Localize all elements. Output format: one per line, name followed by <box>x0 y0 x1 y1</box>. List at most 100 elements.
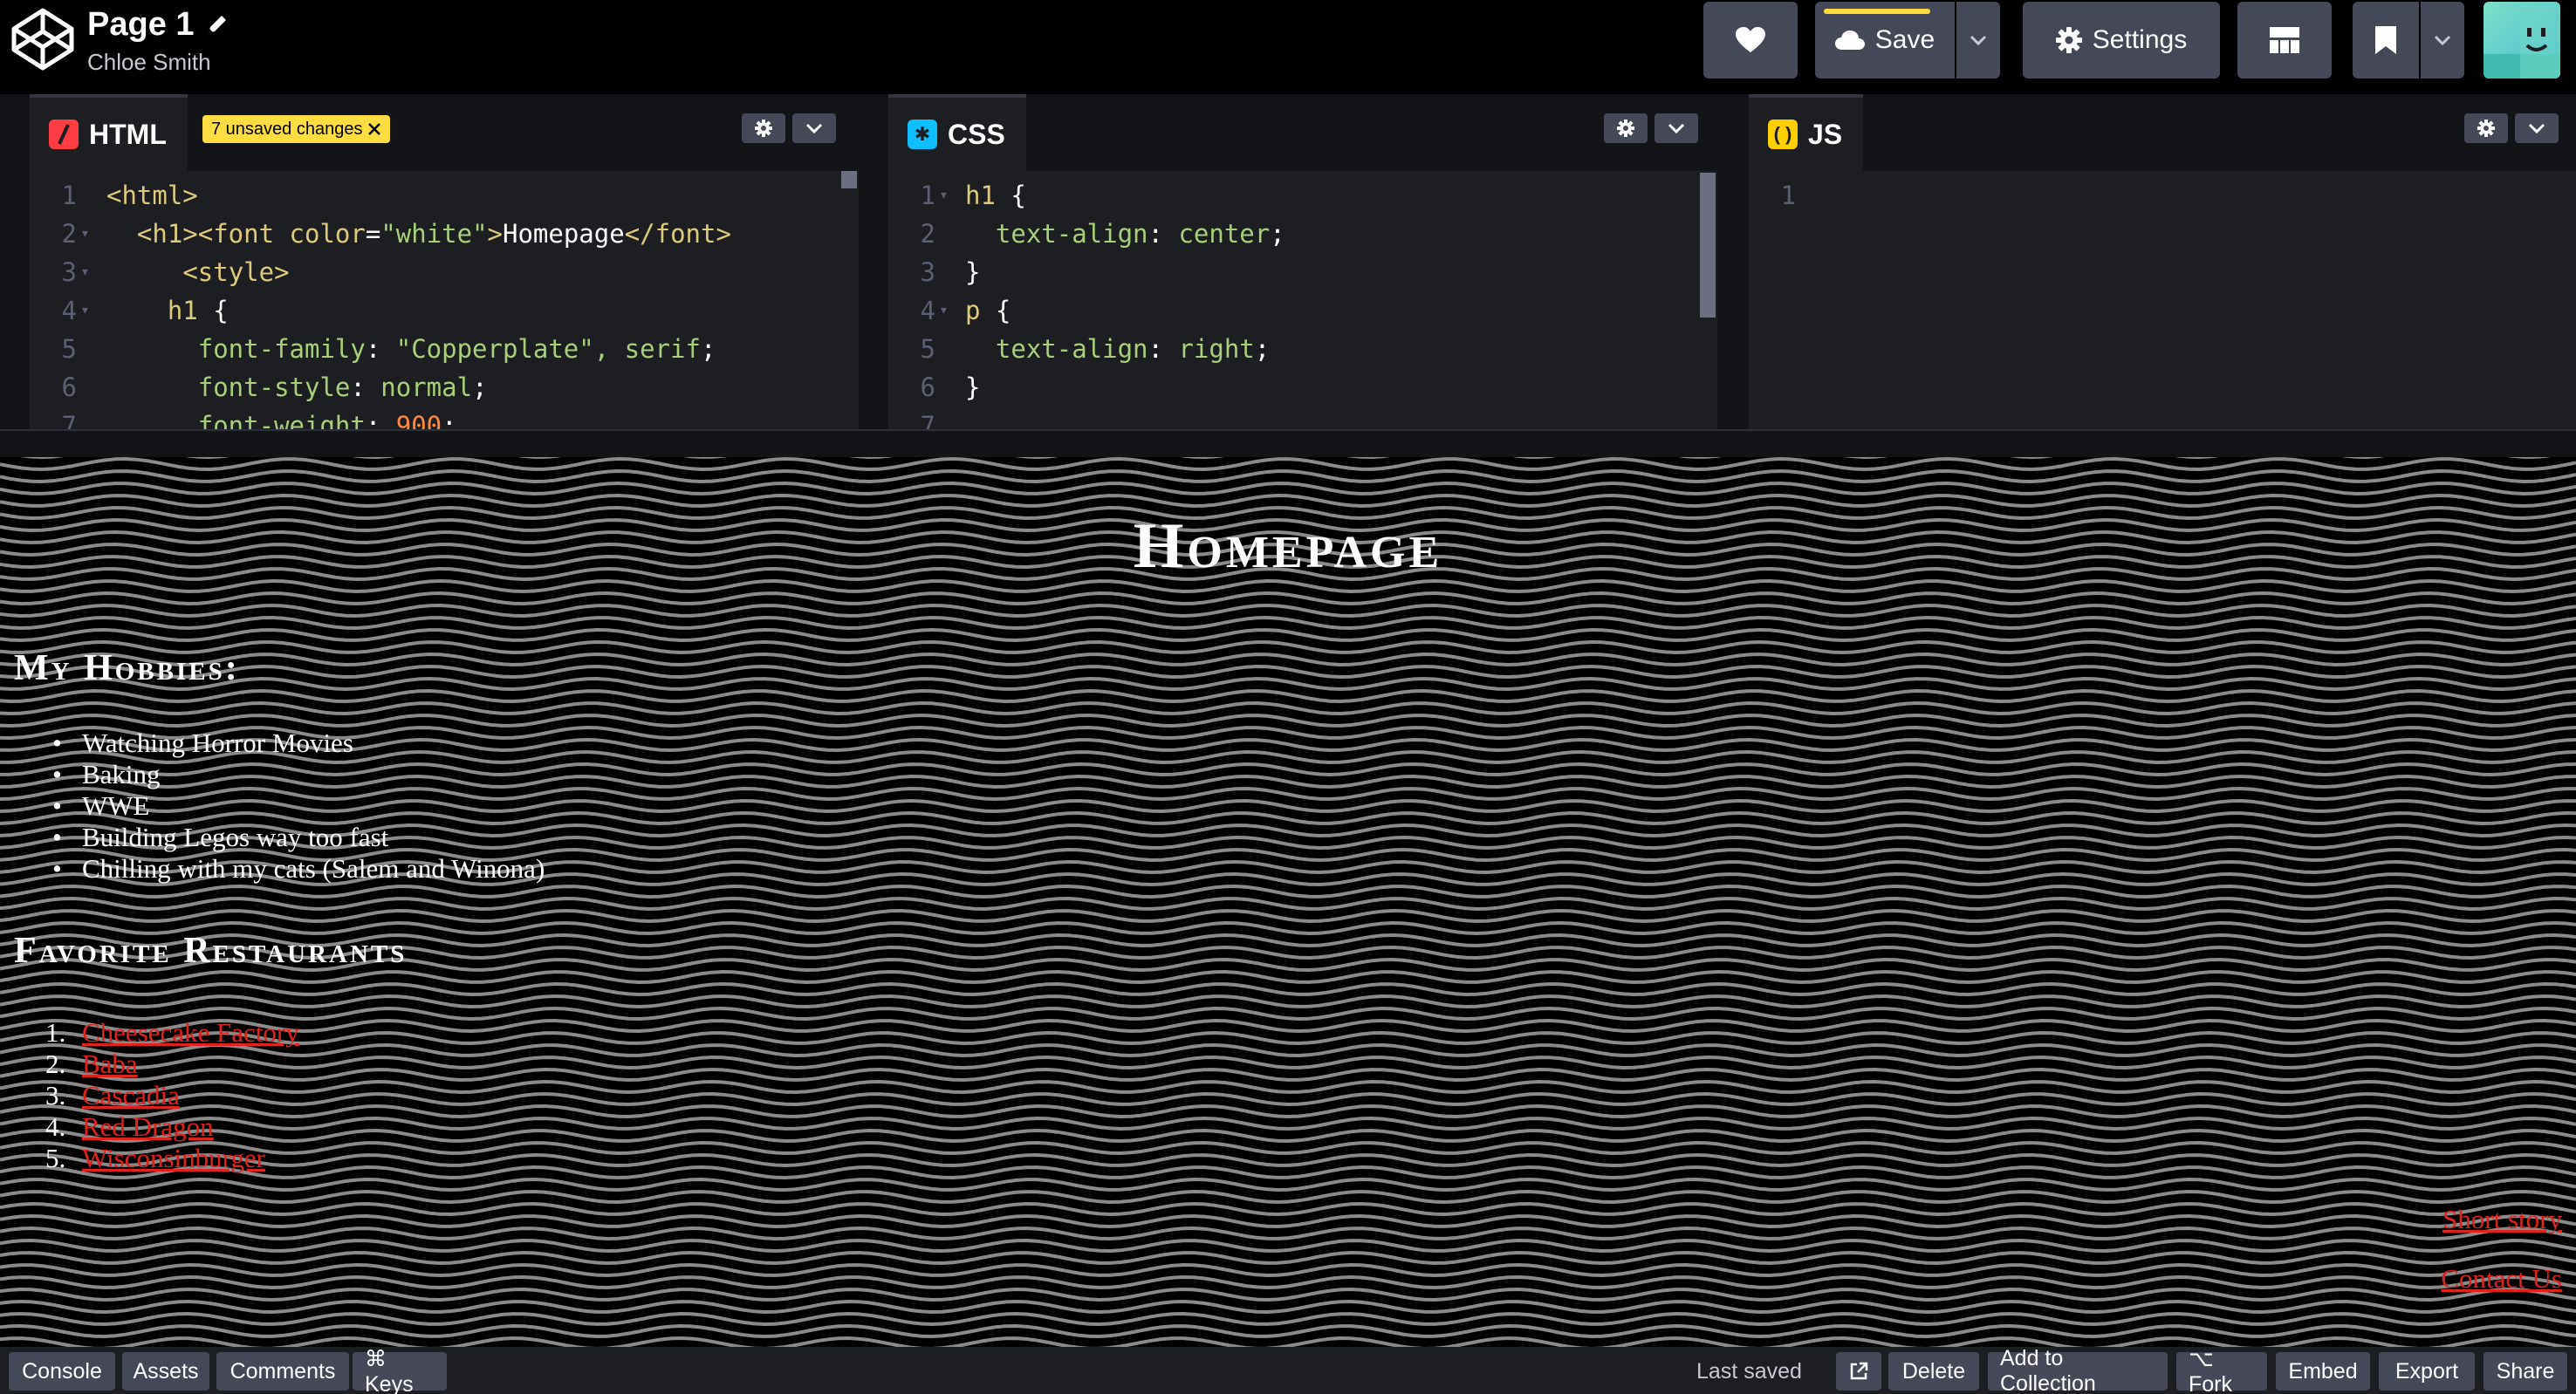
console-button[interactable]: Console <box>9 1352 115 1391</box>
save-button[interactable]: Save <box>1815 2 1955 79</box>
export-button[interactable]: Export <box>2379 1352 2475 1391</box>
list-item: 1. Cheesecake Factory <box>45 1017 299 1048</box>
js-editor-tab[interactable]: ( ) JS <box>1749 94 1864 171</box>
unsaved-changes-badge[interactable]: 7 unsaved changes <box>202 115 391 143</box>
code-line: 4 ▾ p { <box>920 296 1011 325</box>
add-to-collection-button[interactable]: Add to Collection <box>1988 1346 2168 1394</box>
chevron-down-icon <box>1970 35 1987 45</box>
code-line: 1 ▾ h1 { <box>920 181 1026 210</box>
js-editor-label: JS <box>1808 118 1843 150</box>
code-line: 5 font-family: "Copperplate", serif; <box>61 334 716 364</box>
html-slash-icon <box>49 120 79 149</box>
save-label: Save <box>1874 25 1935 54</box>
chevron-down-icon <box>2434 35 2451 45</box>
css-editor-collapse-button[interactable] <box>1655 113 1698 143</box>
pen-title[interactable]: Page 1 <box>87 2 230 47</box>
top-bar: Page 1 Chloe Smith Save Settings <box>0 0 2576 94</box>
code-line: 1 <box>1780 181 1796 210</box>
chevron-down-icon <box>1668 123 1685 133</box>
settings-button[interactable]: Settings <box>2023 2 2220 79</box>
editor-resizer[interactable] <box>0 94 30 429</box>
share-button[interactable]: Share <box>2484 1352 2567 1391</box>
pen-title-block: Page 1 Chloe Smith <box>87 2 230 76</box>
hobbies-heading: My Hobbies: <box>14 648 240 688</box>
html-editor-scrollbar[interactable] <box>841 171 857 188</box>
embed-button[interactable]: Embed <box>2276 1352 2370 1391</box>
pencil-icon[interactable] <box>205 12 230 37</box>
restaurant-link[interactable]: Cheesecake Factory <box>82 1017 299 1048</box>
open-external-button[interactable] <box>1836 1352 1881 1391</box>
footer-bar: Console Assets Comments ⌘ Keys Last save… <box>0 1346 2576 1394</box>
css-editor-header: ✱ CSS <box>888 94 1717 171</box>
editor-resizer[interactable] <box>859 94 888 429</box>
chevron-down-icon <box>2528 123 2545 133</box>
gear-icon <box>755 120 772 137</box>
change-view-button[interactable] <box>2237 2 2332 79</box>
preview-resizer[interactable] <box>0 429 2576 457</box>
restaurant-link[interactable]: Red Dragon <box>82 1111 214 1142</box>
js-editor-settings-button[interactable] <box>2464 113 2508 143</box>
preview-content: Homepage My Hobbies: Watching Horror Mov… <box>0 457 2576 1347</box>
gear-icon <box>2055 27 2082 53</box>
css-editor-settings-button[interactable] <box>1604 113 1648 143</box>
code-line: 2 ▾ <h1><font color = "white" > Homepage </fon… <box>61 219 731 249</box>
unsaved-changes-text: 7 unsaved changes <box>211 119 363 139</box>
user-avatar[interactable] <box>2484 2 2560 79</box>
contact-us-link[interactable]: Contact Us <box>2441 1263 2562 1295</box>
js-braces-icon: ( ) <box>1768 120 1798 149</box>
editor-area: HTML 7 unsaved changes 1 <html> 2 ▾ <h1>… <box>0 94 2576 429</box>
fork-button[interactable]: ⌥ Fork <box>2176 1347 2267 1394</box>
delete-button[interactable]: Delete <box>1888 1352 1979 1391</box>
pen-title-text: Page 1 <box>87 5 195 43</box>
assets-button[interactable]: Assets <box>122 1352 209 1391</box>
codepen-logo-icon[interactable] <box>10 7 75 72</box>
save-dropdown-button[interactable] <box>1956 2 2000 79</box>
restaurants-list: 1. Cheesecake Factory 2. Baba 3. Cascadia 4… <box>45 1017 299 1174</box>
js-editor-collapse-button[interactable] <box>2515 113 2559 143</box>
html-editor-tab[interactable]: HTML <box>30 94 188 171</box>
html-code-area[interactable]: 1 <html> 2 ▾ <h1><font color = "white" > Homep… <box>30 171 859 429</box>
comments-button[interactable]: Comments <box>216 1352 349 1391</box>
keys-button[interactable]: ⌘ Keys <box>353 1347 447 1394</box>
restaurant-link[interactable]: Cascadia <box>82 1080 180 1110</box>
code-line: 3} <box>920 257 981 287</box>
preview-heading: Homepage <box>1133 510 1443 582</box>
css-editor-scrollbar[interactable] <box>1700 173 1716 318</box>
gear-icon <box>2477 120 2495 137</box>
css-editor-label: CSS <box>948 118 1005 150</box>
code-line: 7 <box>920 411 935 429</box>
js-editor-header: ( ) JS <box>1749 94 2576 171</box>
code-line: 5 text-align: right; <box>920 334 1271 364</box>
heart-button[interactable] <box>1703 2 1798 79</box>
restaurant-link[interactable]: Wisconsinburger <box>82 1143 265 1173</box>
css-editor-tab[interactable]: ✱ CSS <box>888 94 1026 171</box>
code-line: 2 text-align: center; <box>920 219 1285 249</box>
list-item: 4. Red Dragon <box>45 1111 214 1142</box>
html-editor-label: HTML <box>89 118 167 150</box>
hobbies-list: Watching Horror Movies Baking WWE Buildi… <box>52 728 545 885</box>
layout-icon <box>2270 27 2299 53</box>
html-editor-collapse-button[interactable] <box>792 113 836 143</box>
code-line: 1 <html> <box>61 181 198 210</box>
html-editor: HTML 7 unsaved changes 1 <html> 2 ▾ <h1>… <box>30 94 859 429</box>
short-story-link[interactable]: Short story <box>2442 1204 2562 1235</box>
editor-resizer[interactable] <box>1717 94 1749 429</box>
author-name[interactable]: Chloe Smith <box>87 49 230 76</box>
list-item: Baking <box>52 759 545 790</box>
close-icon[interactable] <box>367 122 381 136</box>
css-editor: ✱ CSS 1 ▾ h1 { 2 text-align: center; 3} 4 ▾… <box>888 94 1717 429</box>
pin-dropdown-button[interactable] <box>2421 2 2464 79</box>
restaurants-heading: Favorite Restaurants <box>14 931 408 971</box>
preview-frame: Homepage My Hobbies: Watching Horror Mov… <box>0 457 2576 1347</box>
code-line: 6 font-style: normal; <box>61 372 488 402</box>
code-line: 7 font-weight: 900; <box>61 411 457 429</box>
html-editor-settings-button[interactable] <box>742 113 785 143</box>
restaurant-link[interactable]: Baba <box>82 1049 138 1079</box>
css-code-area[interactable]: 1 ▾ h1 { 2 text-align: center; 3} 4 ▾ p { 5 … <box>888 171 1717 429</box>
js-editor: ( ) JS 1 <box>1749 94 2576 429</box>
list-item: 5. Wisconsinburger <box>45 1143 265 1173</box>
cloud-icon <box>1834 31 1865 50</box>
last-saved-status: Last saved <box>1696 1358 1802 1384</box>
js-code-area[interactable]: 1 <box>1749 171 2576 429</box>
pin-button[interactable] <box>2353 2 2419 79</box>
